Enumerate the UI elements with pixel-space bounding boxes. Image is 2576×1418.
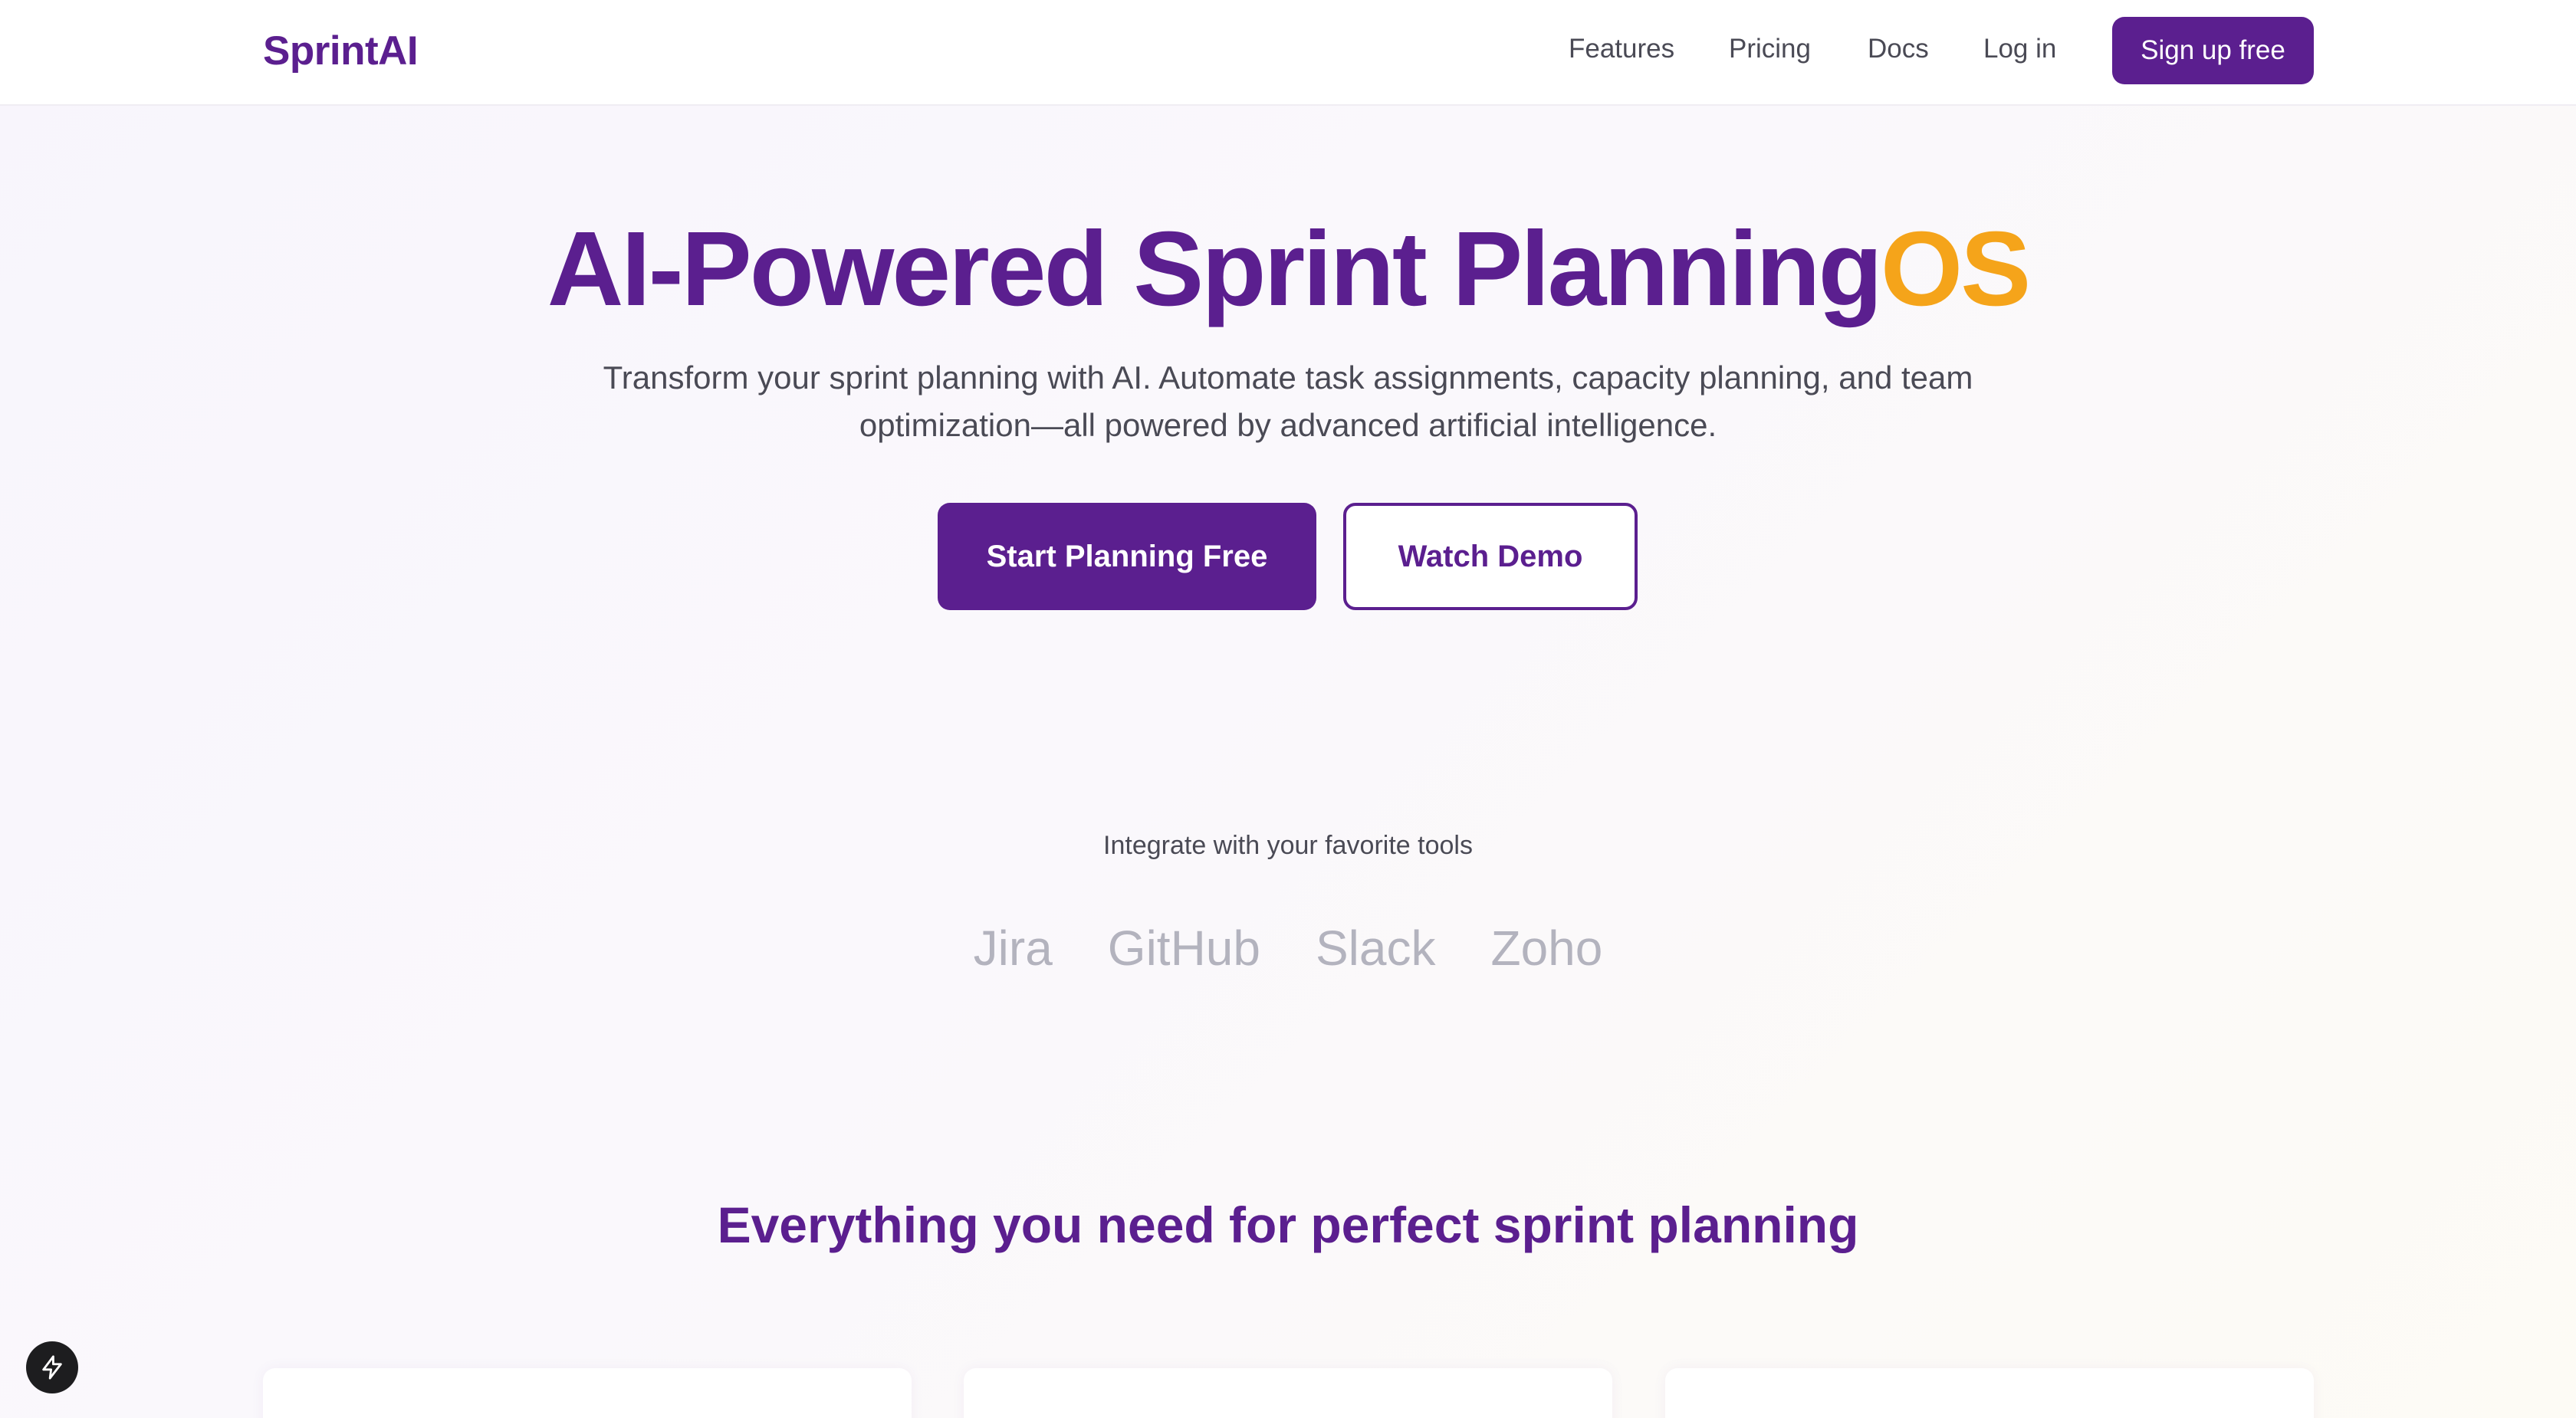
- tool-github: GitHub: [1107, 921, 1260, 976]
- nav-link-docs[interactable]: Docs: [1868, 34, 1929, 64]
- tool-zoho: Zoho: [1490, 921, 1603, 976]
- tool-jira: Jira: [973, 921, 1053, 976]
- integration-logos: Jira GitHub Slack Zoho: [0, 920, 2576, 977]
- signup-button[interactable]: Sign up free: [2112, 17, 2314, 84]
- feature-card: [1665, 1368, 2314, 1418]
- hero-title: AI-Powered Sprint PlanningOS: [0, 208, 2576, 330]
- hero-subtitle: Transform your sprint planning with AI. …: [603, 359, 1973, 443]
- nav-link-login[interactable]: Log in: [1983, 34, 2056, 64]
- feature-card: [964, 1368, 1612, 1418]
- hero-title-accent: OS: [1880, 210, 2031, 328]
- feature-card: [263, 1368, 912, 1418]
- floating-action-button[interactable]: [26, 1341, 78, 1393]
- hero-title-main: AI-Powered Sprint Planning: [547, 210, 1883, 328]
- nav-link-pricing[interactable]: Pricing: [1729, 34, 1811, 64]
- top-navbar: SprintAI Features Pricing Docs Log in Si…: [0, 0, 2576, 106]
- landing-page: SprintAI Features Pricing Docs Log in Si…: [0, 0, 2576, 1418]
- nav-link-features[interactable]: Features: [1569, 34, 1674, 64]
- features-title: Everything you need for perfect sprint p…: [717, 1196, 1859, 1253]
- tool-slack: Slack: [1315, 921, 1436, 976]
- start-planning-button[interactable]: Start Planning Free: [938, 503, 1316, 610]
- watch-demo-button[interactable]: Watch Demo: [1343, 503, 1638, 610]
- integrations-label: Integrate with your favorite tools: [1103, 831, 1473, 860]
- brand-logo[interactable]: SprintAI: [263, 28, 419, 74]
- lightning-icon: [42, 1355, 62, 1380]
